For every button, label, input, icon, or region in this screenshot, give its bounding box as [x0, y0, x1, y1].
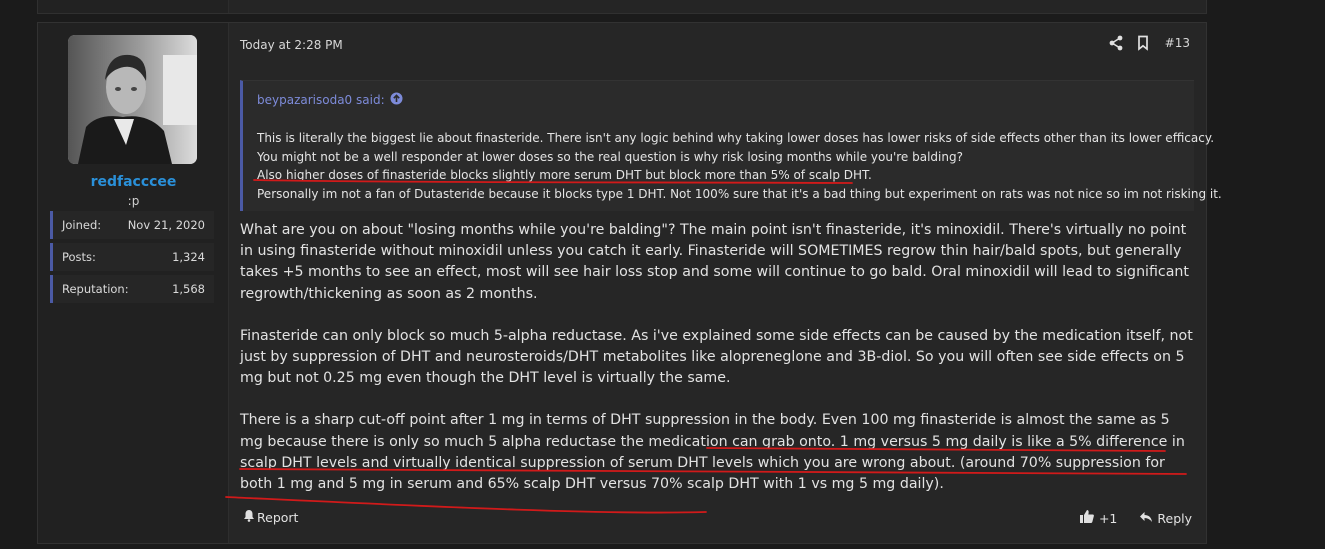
username[interactable]: redfacccee: [38, 174, 229, 190]
reply-button[interactable]: Reply: [1139, 511, 1192, 526]
quote-line: You might not be a well responder at low…: [257, 149, 963, 164]
stat-label: Joined:: [62, 218, 102, 232]
stat-joined: Joined: Nov 21, 2020: [50, 211, 214, 239]
quote-block: beypazarisoda0 said: This is literally t…: [240, 80, 1222, 211]
quote-line: This is literally the biggest lie about …: [257, 131, 1215, 145]
reaction-bar: +1 Reply: [1079, 509, 1192, 527]
post-number[interactable]: #13: [1165, 36, 1190, 50]
thumbs-up-icon[interactable]: [1079, 509, 1095, 527]
post-actions: #13: [1109, 35, 1190, 51]
share-icon[interactable]: [1109, 35, 1124, 51]
stat-posts: Posts: 1,324: [50, 243, 214, 271]
quote-text: This is literally the biggest lie about …: [257, 129, 1222, 203]
quote-line: Also higher doses of finasteride blocks …: [257, 168, 872, 182]
report-link[interactable]: Report: [243, 509, 298, 525]
post-message: What are you on about "losing months whi…: [240, 220, 1195, 516]
arrow-up-circle-icon[interactable]: [390, 92, 403, 108]
like-button[interactable]: +1: [1079, 509, 1117, 527]
quote-header[interactable]: beypazarisoda0 said:: [257, 92, 403, 108]
user-avatar[interactable]: [68, 35, 197, 164]
message-paragraph: Finasteride can only block so much 5-alp…: [240, 327, 1193, 387]
quote-author[interactable]: beypazarisoda0 said:: [257, 93, 385, 107]
message-paragraph: What are you on about "losing months whi…: [240, 222, 1189, 302]
quote-line: Personally im not a fan of Dutasteride b…: [257, 186, 1222, 201]
post-date[interactable]: Today at 2:28 PM: [240, 38, 343, 52]
bell-icon: [243, 509, 255, 525]
stat-value: 1,324: [172, 250, 205, 264]
message-paragraph: There is a sharp cut-off point after 1 m…: [240, 412, 1185, 493]
bookmark-icon[interactable]: [1137, 35, 1152, 51]
post-content-area: Today at 2:28 PM #13 beypazarisoda0 said…: [229, 23, 1222, 543]
reaction-count[interactable]: +1: [1099, 511, 1117, 526]
stat-label: Reputation:: [62, 282, 129, 296]
stat-value: 1,568: [172, 282, 205, 296]
user-title: :p: [127, 194, 140, 208]
report-label[interactable]: Report: [257, 510, 298, 525]
reply-label[interactable]: Reply: [1157, 511, 1192, 526]
stat-label: Posts:: [62, 250, 96, 264]
reply-icon: [1139, 511, 1153, 526]
user-info-panel: redfacccee :p Joined: Nov 21, 2020 Posts…: [38, 23, 229, 543]
previous-post-edge: [37, 0, 1207, 14]
stat-value: Nov 21, 2020: [127, 218, 205, 232]
stat-reputation: Reputation: 1,568: [50, 275, 214, 303]
forum-post: redfacccee :p Joined: Nov 21, 2020 Posts…: [37, 22, 1222, 544]
